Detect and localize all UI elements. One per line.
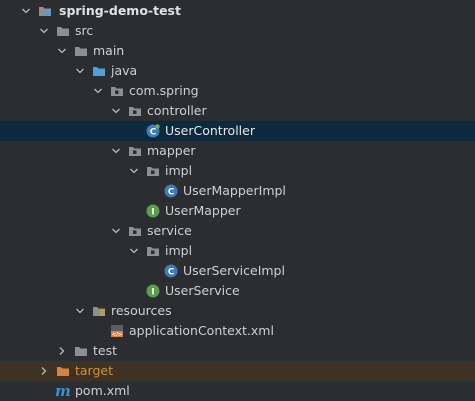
svg-text:</>: </> <box>112 332 122 338</box>
package-folder-icon <box>146 241 160 261</box>
chevron-down-icon[interactable] <box>92 81 104 101</box>
file-label: UserMapper <box>165 203 241 218</box>
package-folder-icon <box>128 141 142 161</box>
chevron-down-icon[interactable] <box>38 21 50 41</box>
tree-row-user-mapper-impl[interactable]: C UserMapperImpl <box>0 181 475 201</box>
chevron-down-icon[interactable] <box>56 41 68 61</box>
tree-row-package[interactable]: com.spring <box>0 81 475 101</box>
chevron-down-icon[interactable] <box>74 301 86 321</box>
folder-icon <box>74 41 88 61</box>
tree-row-target[interactable]: target <box>0 361 475 381</box>
file-label: applicationContext.xml <box>129 323 274 338</box>
chevron-right-icon[interactable] <box>56 341 68 361</box>
class-icon: C <box>164 261 178 281</box>
chevron-down-icon[interactable] <box>20 1 32 21</box>
tree-row-user-controller[interactable]: C UserController <box>0 121 475 141</box>
folder-label: java <box>111 63 138 78</box>
maven-icon: m <box>55 382 71 400</box>
interface-icon: I <box>146 281 160 301</box>
chevron-down-icon[interactable] <box>110 221 122 241</box>
package-label: mapper <box>147 143 196 158</box>
svg-text:C: C <box>168 268 175 278</box>
tree-row-mapper[interactable]: mapper <box>0 141 475 161</box>
tree-row-test[interactable]: test <box>0 341 475 361</box>
project-root-label: spring-demo-test <box>59 3 181 18</box>
svg-text:I: I <box>151 288 154 298</box>
excluded-folder-icon <box>56 361 70 381</box>
svg-text:C: C <box>150 128 157 138</box>
tree-row-service[interactable]: service <box>0 221 475 241</box>
folder-label: src <box>75 23 94 38</box>
tree-row-java[interactable]: java <box>0 61 475 81</box>
chevron-down-icon[interactable] <box>110 141 122 161</box>
module-folder-icon <box>38 1 52 21</box>
file-label: pom.xml <box>75 383 130 398</box>
file-label: UserController <box>165 123 255 138</box>
chevron-down-icon[interactable] <box>110 101 122 121</box>
folder-label: test <box>93 343 118 358</box>
tree-row-src[interactable]: src <box>0 21 475 41</box>
tree-row-application-context[interactable]: </> applicationContext.xml <box>0 321 475 341</box>
package-folder-icon <box>128 221 142 241</box>
tree-row-user-mapper[interactable]: I UserMapper <box>0 201 475 221</box>
package-label: com.spring <box>129 83 199 98</box>
chevron-down-icon[interactable] <box>128 241 140 261</box>
tree-row-main[interactable]: main <box>0 41 475 61</box>
package-folder-icon <box>110 81 124 101</box>
package-folder-icon <box>128 101 142 121</box>
tree-row-user-service[interactable]: I UserService <box>0 281 475 301</box>
tree-row-mapper-impl[interactable]: impl <box>0 161 475 181</box>
package-folder-icon <box>146 161 160 181</box>
folder-icon <box>74 341 88 361</box>
tree-row-user-service-impl[interactable]: C UserServiceImpl <box>0 261 475 281</box>
source-folder-icon <box>92 61 106 81</box>
tree-row-service-impl[interactable]: impl <box>0 241 475 261</box>
tree-row-root[interactable]: spring-demo-test <box>0 1 475 21</box>
file-label: UserMapperImpl <box>183 183 286 198</box>
tree-row-pom[interactable]: m pom.xml <box>0 381 475 401</box>
tree-row-controller[interactable]: controller <box>0 101 475 121</box>
package-label: controller <box>147 103 207 118</box>
xml-file-icon: </> <box>110 321 124 341</box>
interface-icon: I <box>146 201 160 221</box>
folder-label: resources <box>111 303 172 318</box>
svg-text:C: C <box>168 188 175 198</box>
folder-label: main <box>93 43 125 58</box>
file-label: UserServiceImpl <box>183 263 285 278</box>
file-label: UserService <box>165 283 240 298</box>
spring-class-icon: C <box>146 121 160 141</box>
folder-label: target <box>75 363 114 378</box>
folder-icon <box>56 21 70 41</box>
chevron-right-icon[interactable] <box>38 361 50 381</box>
class-icon: C <box>164 181 178 201</box>
resources-folder-icon <box>92 301 106 321</box>
project-tree: spring-demo-test src main java com.sprin… <box>0 1 475 401</box>
tree-row-resources[interactable]: resources <box>0 301 475 321</box>
package-label: impl <box>165 163 193 178</box>
chevron-down-icon[interactable] <box>74 61 86 81</box>
chevron-down-icon[interactable] <box>128 161 140 181</box>
package-label: impl <box>165 243 193 258</box>
package-label: service <box>147 223 192 238</box>
svg-text:I: I <box>151 208 154 218</box>
